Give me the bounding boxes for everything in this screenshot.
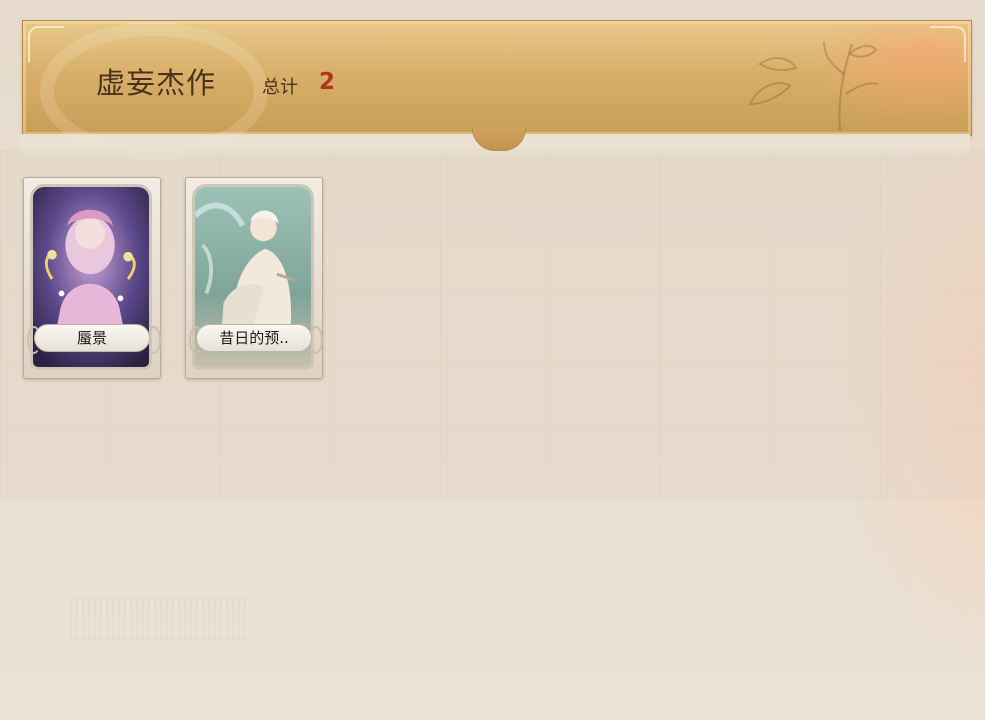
banner-leaf-ornament xyxy=(748,41,879,130)
page-title: 虚妄杰作 xyxy=(96,66,217,100)
total-count: 2 xyxy=(319,69,336,95)
decorative-ruler xyxy=(70,598,250,640)
banner-corner-ornament-right xyxy=(930,26,966,62)
total-label: 总计 xyxy=(262,77,298,98)
card-name: 昔日的预.. xyxy=(196,324,312,352)
collection-card[interactable]: 昔日的预.. xyxy=(185,177,323,379)
banner-corner-ornament-left xyxy=(28,26,64,62)
collection-card[interactable]: 蜃景 xyxy=(23,177,161,379)
card-name: 蜃景 xyxy=(34,324,150,352)
